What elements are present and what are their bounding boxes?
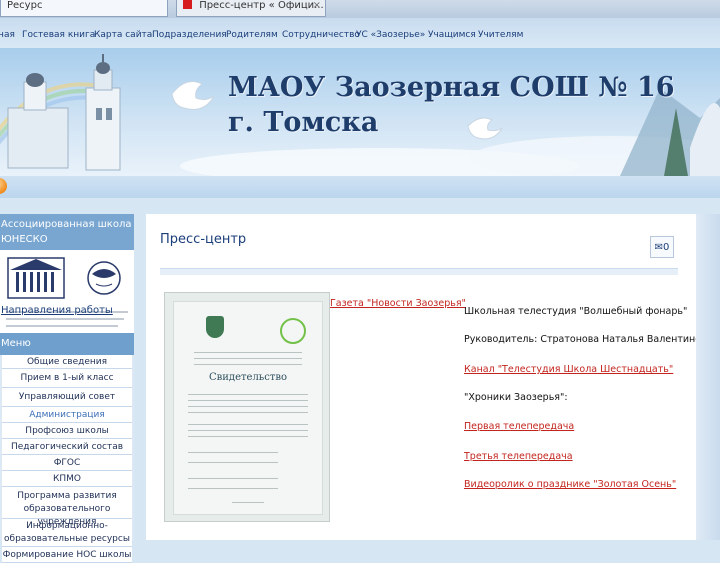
tab-label: Пресс-центр « Офици... (199, 0, 324, 11)
certificate-paper: Свидетельство (173, 301, 323, 515)
certificate-line (188, 436, 308, 437)
nav-cooperation[interactable]: Сотрудничество (282, 30, 360, 40)
nav-home[interactable]: Главная (0, 30, 15, 40)
sidebar-item-teaching-staff[interactable]: Педагогический состав (2, 439, 132, 455)
golden-autumn-video-link[interactable]: Видеоролик о празднике "Золотая Осень" (464, 479, 676, 490)
nav-parents[interactable]: Родителям (226, 30, 278, 40)
certificate-line (188, 412, 308, 413)
certificate-line (194, 358, 302, 359)
sidebar-item-general-info[interactable]: Общие сведения (2, 355, 132, 369)
unesco-directions-link[interactable]: Направления работы (1, 305, 113, 316)
certificate-line (188, 478, 278, 479)
sidebar-item-fgos[interactable]: ФГОС (2, 455, 132, 471)
certificate-line (194, 364, 302, 365)
right-background (696, 214, 720, 540)
browser-tab[interactable]: Ресурс (0, 0, 168, 17)
unesco-logo-icon (6, 257, 128, 327)
certificate-line (188, 452, 278, 453)
church-icon (7, 54, 121, 171)
sidebar-item-info-resources[interactable]: Информационно-образовательные ресурсы (2, 519, 132, 547)
certificate-line (188, 400, 308, 401)
channel-link[interactable]: Канал "Телестудия Школа Шестнадцать" (464, 364, 673, 375)
chronicles-heading: "Хроники Заозерья": (464, 392, 568, 403)
page-title: Пресс-центр (160, 232, 247, 247)
tab-label: Ресурс (7, 0, 43, 11)
sidebar-item-development-program[interactable]: Программа развития образовательного учре… (2, 487, 132, 527)
sidebar-heading-menu: Меню (0, 333, 134, 355)
browser-tab-strip: Ресурс Пресс-центр « Офици... × (0, 0, 720, 19)
sidebar-heading-unesco: Ассоциированная школа ЮНЕСКО (0, 214, 134, 250)
top-navigation: Главная Гостевая книга Карта сайта Подра… (0, 18, 720, 48)
tv-studio-leader: Руководитель: Стратонова Наталья Валенти… (464, 334, 719, 345)
nav-departments[interactable]: Подразделения (152, 30, 227, 40)
certificate-line (232, 502, 264, 503)
newspaper-link[interactable]: Газета "Новости Заозерья" (330, 298, 466, 309)
close-icon[interactable]: × (313, 0, 321, 14)
third-episode-link[interactable]: Третья телепередача (464, 451, 573, 462)
coat-of-arms-icon (206, 316, 224, 338)
certificate-line (188, 462, 278, 463)
sidebar: Ассоциированная школа ЮНЕСКО Меню Общие … (0, 214, 134, 563)
sidebar-item-nos[interactable]: Формирование НОС школы (2, 547, 132, 563)
browser-tab-active[interactable]: Пресс-центр « Офици... × (176, 0, 326, 17)
certificate-line (194, 352, 302, 353)
sidebar-item-administration[interactable]: Администрация (2, 407, 132, 423)
nav-sitemap[interactable]: Карта сайта (94, 30, 152, 40)
comment-counter[interactable]: ✉0 (650, 236, 674, 258)
sidebar-item-council[interactable]: Управляющий совет (2, 388, 132, 407)
header-banner: МАОУ Заозерная СОШ № 16 г. Томска (0, 48, 720, 176)
first-episode-link[interactable]: Первая телепередача (464, 421, 574, 432)
site-title-line1: МАОУ Заозерная СОШ № 16 (228, 72, 675, 103)
sidebar-item-admission[interactable]: Прием в 1-ый класс (2, 369, 132, 388)
unesco-logo-block[interactable] (0, 250, 134, 336)
heading-divider (160, 268, 678, 275)
sidebar-menu: Общие сведения Прием в 1-ый класс Управл… (0, 355, 134, 563)
rcs-logo-icon (280, 318, 306, 344)
main-content: Пресс-центр ✉0 Свидетельство Газета "Нов… (146, 214, 719, 540)
certificate-line (188, 488, 278, 489)
nav-students[interactable]: Учащимся (428, 30, 476, 40)
nav-council[interactable]: УС «Заозерье» (356, 30, 425, 40)
certificate-line (188, 406, 308, 407)
sidebar-item-union[interactable]: Профсоюз школы (2, 423, 132, 439)
site-title-line2: г. Томска (228, 107, 379, 138)
certificate-line (188, 424, 308, 425)
comment-icon: ✉ (654, 242, 663, 253)
certificate-title: Свидетельство (208, 372, 288, 383)
certificate-image[interactable]: Свидетельство (164, 292, 330, 522)
certificate-line (188, 394, 308, 395)
nav-guestbook[interactable]: Гостевая книга (22, 30, 95, 40)
favicon-icon (183, 0, 192, 9)
site-title: МАОУ Заозерная СОШ № 16 г. Томска (228, 70, 675, 140)
nav-teachers[interactable]: Учителям (478, 30, 523, 40)
sub-header-bar (0, 176, 720, 198)
tv-studio-title: Школьная телестудия "Волшебный фонарь" (464, 306, 688, 317)
comment-count: 0 (663, 242, 670, 253)
sidebar-item-kpmo[interactable]: КПМО (2, 471, 132, 487)
certificate-line (188, 430, 308, 431)
